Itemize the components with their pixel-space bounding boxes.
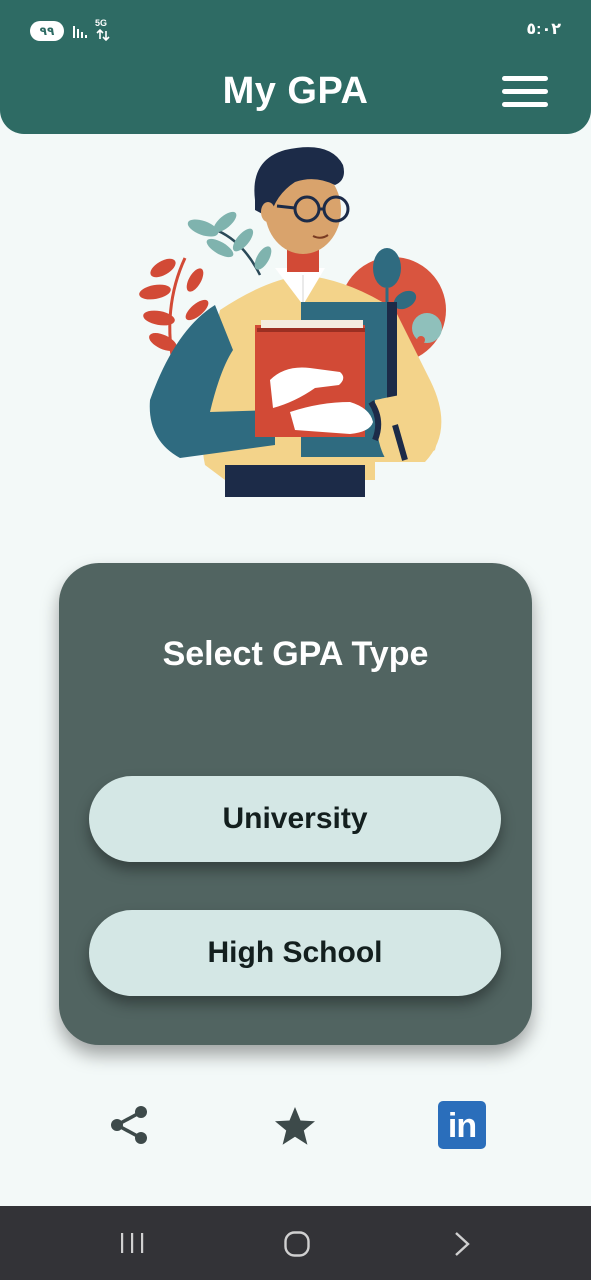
status-time: ٥:٠٢: [526, 21, 561, 38]
gpa-type-card: Select GPA Type University High School: [59, 563, 532, 1045]
hamburger-menu-icon[interactable]: [499, 74, 551, 110]
recents-icon[interactable]: [118, 1231, 146, 1255]
high-school-button[interactable]: High School: [89, 910, 501, 996]
network-label: 5G: [95, 18, 108, 28]
card-title: Select GPA Type: [162, 635, 429, 673]
battery-indicator: ٩٩: [30, 21, 64, 41]
system-nav-bar: [0, 1206, 591, 1280]
signal-icon: [73, 26, 87, 38]
app-header: ٩٩ 5G ٥:٠٢ My GPA: [0, 0, 591, 134]
student-holding-books-illustration: [139, 147, 446, 497]
linkedin-icon[interactable]: in: [438, 1101, 486, 1149]
star-icon[interactable]: [274, 1106, 316, 1146]
share-icon[interactable]: [108, 1104, 150, 1146]
back-icon[interactable]: [452, 1230, 472, 1258]
home-icon[interactable]: [283, 1230, 311, 1258]
status-bar: ٩٩ 5G ٥:٠٢: [0, 0, 591, 60]
network-5g-icon: 5G: [94, 18, 116, 42]
university-button[interactable]: University: [89, 776, 501, 862]
